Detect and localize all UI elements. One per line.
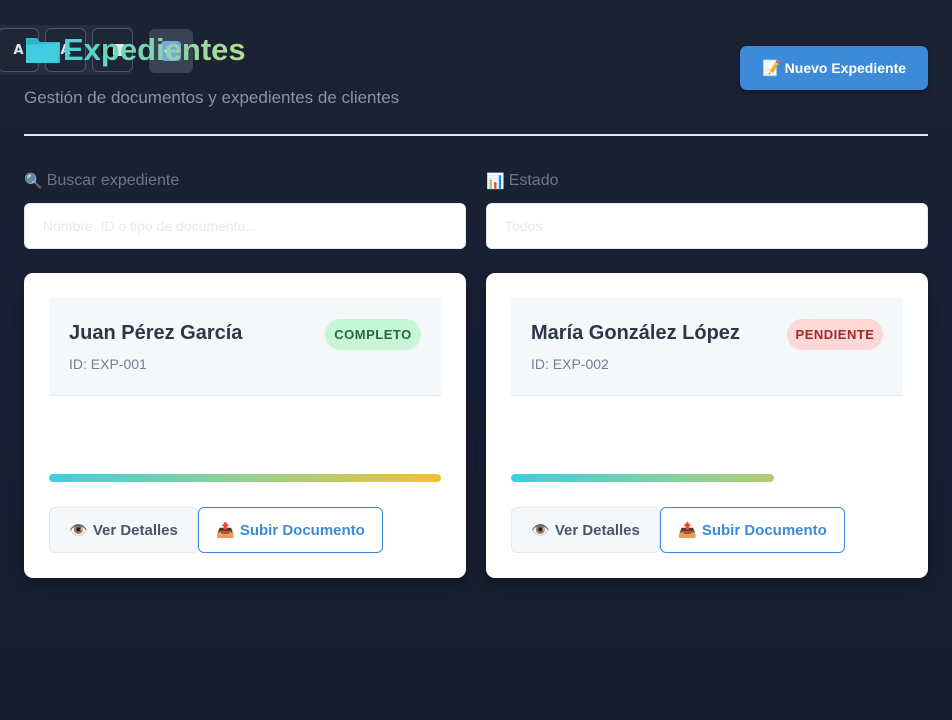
page-title: Expedientes	[63, 32, 246, 67]
file-card: Juan Pérez García ID: EXP-001 COMPLETO 👁…	[24, 273, 466, 578]
view-details-label: Ver Detalles	[92, 521, 178, 539]
search-label: 🔍 Buscar expediente	[24, 172, 179, 190]
view-details-button[interactable]: 👁️ Ver Detalles	[511, 507, 660, 553]
view-details-label: Ver Detalles	[554, 521, 640, 539]
status-select-value: Todos	[505, 218, 543, 234]
client-name: María González López	[531, 322, 740, 344]
search-icon: 🔍	[24, 172, 43, 190]
status-badge: PENDIENTE	[787, 319, 883, 350]
folder-icon	[26, 38, 60, 63]
memo-icon: 📝	[761, 59, 781, 77]
view-details-button[interactable]: 👁️ Ver Detalles	[49, 507, 198, 553]
file-id: ID: EXP-002	[531, 356, 609, 372]
eye-icon: 👁️	[69, 521, 88, 539]
bar-chart-icon: 📊	[486, 172, 505, 190]
header-divider	[24, 134, 928, 136]
status-select[interactable]: Todos	[486, 203, 928, 249]
progress-bar	[511, 474, 774, 482]
file-card-header: Juan Pérez García ID: EXP-001 COMPLETO	[49, 298, 441, 396]
status-label-text: Estado	[508, 172, 559, 189]
new-file-button[interactable]: 📝 Nuevo Expediente	[740, 46, 928, 90]
eye-icon: 👁️	[531, 521, 550, 539]
search-label-text: Buscar expediente	[46, 172, 180, 189]
upload-document-label: Subir Documento	[239, 521, 365, 539]
upload-document-button[interactable]: 📤 Subir Documento	[660, 507, 845, 553]
search-input[interactable]	[24, 203, 466, 249]
file-card: María González López ID: EXP-002 PENDIEN…	[486, 273, 928, 578]
status-label: 📊 Estado	[486, 172, 559, 190]
status-badge: COMPLETO	[325, 319, 421, 350]
upload-document-button[interactable]: 📤 Subir Documento	[198, 507, 383, 553]
file-card-actions: 👁️ Ver Detalles 📤 Subir Documento	[49, 507, 383, 553]
progress-bar	[49, 474, 441, 482]
outbox-tray-icon: 📤	[216, 521, 235, 539]
new-file-button-label: Nuevo Expediente	[784, 60, 907, 76]
page-subtitle: Gestión de documentos y expedientes de c…	[24, 88, 400, 107]
file-card-actions: 👁️ Ver Detalles 📤 Subir Documento	[511, 507, 845, 553]
file-id: ID: EXP-001	[69, 356, 147, 372]
outbox-tray-icon: 📤	[678, 521, 697, 539]
upload-document-label: Subir Documento	[701, 521, 827, 539]
client-name: Juan Pérez García	[69, 322, 243, 344]
file-card-header: María González López ID: EXP-002 PENDIEN…	[511, 298, 903, 396]
